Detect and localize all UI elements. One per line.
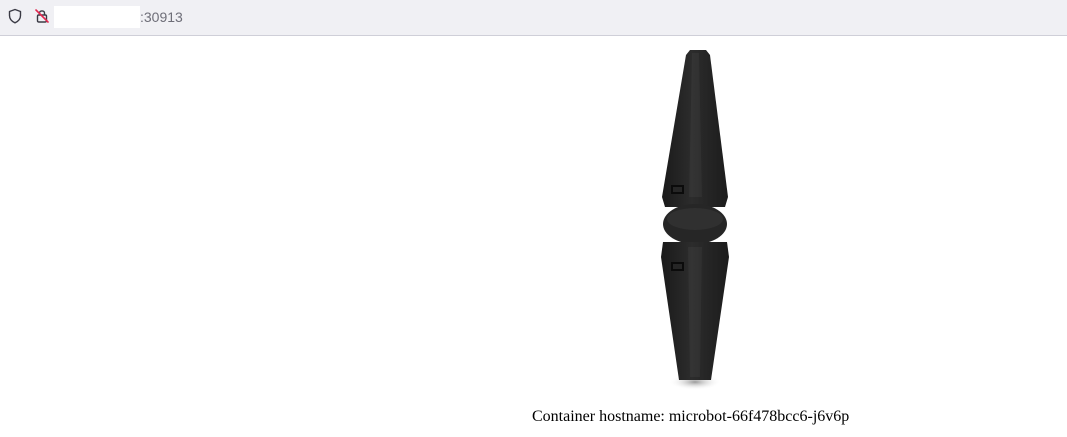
microbot-robot-image (655, 47, 735, 392)
shield-icon[interactable] (7, 8, 23, 24)
browser-address-bar[interactable]: :30913 (0, 0, 1067, 36)
container-hostname-text: Container hostname: microbot-66f478bcc6-… (532, 408, 850, 425)
page-content: Container hostname: microbot-66f478bcc6-… (0, 37, 1067, 437)
insecure-lock-icon[interactable] (34, 8, 50, 24)
redacted-url-host (54, 6, 140, 28)
url-port-text[interactable]: :30913 (140, 9, 183, 25)
